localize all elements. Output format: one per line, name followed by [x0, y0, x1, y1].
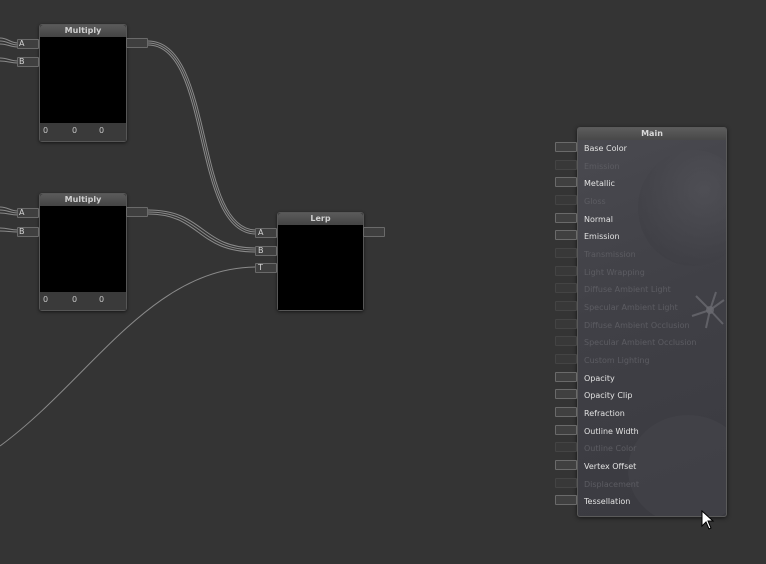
main-input-vertex-offset: Vertex Offset [584, 462, 637, 471]
main-port-custom-lighting [555, 354, 577, 364]
main-input-light-wrapping: Light Wrapping [584, 268, 645, 277]
main-port-diffuse-ambient-light [555, 283, 577, 293]
main-input-base-color: Base Color [584, 144, 627, 153]
multiply-2-output-port[interactable] [126, 207, 148, 217]
node-value-b: 0 [99, 126, 105, 135]
main-input-gloss: Gloss [584, 197, 606, 206]
main-input-emission: Emission [584, 232, 620, 241]
main-port-refraction[interactable] [555, 407, 577, 417]
node-values: 0 0 0 [40, 292, 126, 310]
main-node-title: Main [578, 128, 726, 140]
main-port-diffuse-ambient-occlusion [555, 319, 577, 329]
main-port-light-wrapping [555, 266, 577, 276]
main-port-metallic[interactable] [555, 177, 577, 187]
node-value-g: 0 [72, 126, 78, 135]
lerp-input-b-label: B [258, 246, 264, 255]
node-preview [40, 206, 126, 292]
main-input-emission-disabled: Emission [584, 162, 620, 171]
multiply-2-input-a-label: A [19, 208, 25, 217]
main-input-refraction: Refraction [584, 409, 625, 418]
main-port-emission[interactable] [555, 230, 577, 240]
main-input-tessellation: Tessellation [584, 497, 631, 506]
main-input-outline-width: Outline Width [584, 427, 639, 436]
node-value-b: 0 [99, 295, 105, 304]
main-port-transmission [555, 248, 577, 258]
node-values: 0 0 0 [40, 123, 126, 141]
multiply-node-1[interactable]: Multiply 0 0 0 [39, 24, 127, 142]
multiply-1-input-b-label: B [19, 57, 25, 66]
node-preview [278, 225, 363, 310]
main-input-transmission: Transmission [584, 250, 636, 259]
mouse-pointer-icon [701, 510, 715, 530]
main-input-custom-lighting: Custom Lighting [584, 356, 650, 365]
lerp-input-a-label: A [258, 228, 264, 237]
main-input-metallic: Metallic [584, 179, 615, 188]
main-input-diffuse-ambient-light: Diffuse Ambient Light [584, 285, 671, 294]
multiply-2-input-b-label: B [19, 227, 25, 236]
lerp-output-port[interactable] [363, 227, 385, 237]
main-input-specular-ambient-light: Specular Ambient Light [584, 303, 678, 312]
main-input-specular-ambient-occlusion: Specular Ambient Occlusion [584, 338, 697, 347]
main-input-normal: Normal [584, 215, 613, 224]
main-port-gloss [555, 195, 577, 205]
main-port-displacement [555, 478, 577, 488]
multiply-node-2[interactable]: Multiply 0 0 0 [39, 193, 127, 311]
main-port-opacity[interactable] [555, 372, 577, 382]
main-port-emission-disabled [555, 160, 577, 170]
node-preview [40, 37, 126, 123]
node-value-r: 0 [43, 126, 49, 135]
main-input-displacement: Displacement [584, 480, 639, 489]
multiply-1-output-port[interactable] [126, 38, 148, 48]
main-port-tessellation[interactable] [555, 495, 577, 505]
main-input-opacity: Opacity [584, 374, 615, 383]
main-input-diffuse-ambient-occlusion: Diffuse Ambient Occlusion [584, 321, 690, 330]
main-port-base-color[interactable] [555, 142, 577, 152]
main-input-outline-color: Outline Color [584, 444, 637, 453]
main-output-node[interactable]: Main Base Color Emission Metallic Gloss … [577, 127, 727, 517]
main-port-opacity-clip[interactable] [555, 389, 577, 399]
lerp-node[interactable]: Lerp [277, 212, 364, 311]
main-input-opacity-clip: Opacity Clip [584, 391, 633, 400]
main-port-specular-ambient-occlusion [555, 336, 577, 346]
main-port-outline-width[interactable] [555, 425, 577, 435]
lerp-input-t-label: T [258, 263, 263, 272]
node-value-g: 0 [72, 295, 78, 304]
main-port-normal[interactable] [555, 213, 577, 223]
multiply-1-input-a-label: A [19, 39, 25, 48]
main-port-vertex-offset[interactable] [555, 460, 577, 470]
node-value-r: 0 [43, 295, 49, 304]
main-port-specular-ambient-light [555, 301, 577, 311]
main-port-outline-color [555, 442, 577, 452]
